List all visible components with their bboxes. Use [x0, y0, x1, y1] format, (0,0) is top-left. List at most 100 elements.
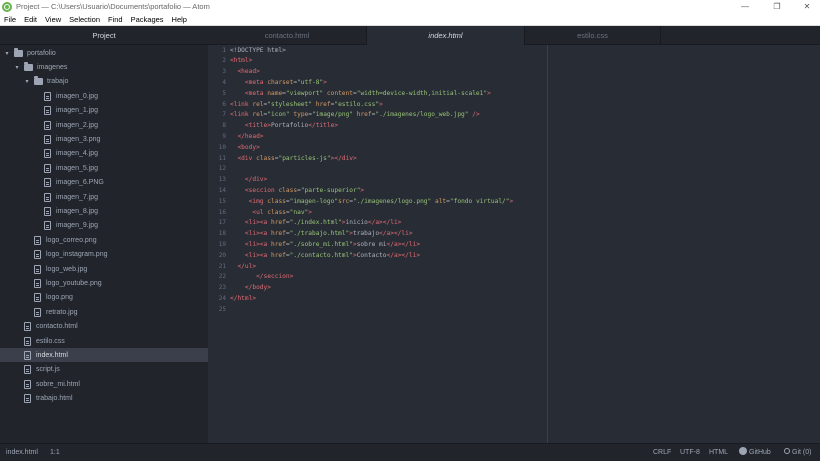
- code-line[interactable]: <meta charset="utf-8">: [230, 77, 327, 88]
- menu-edit[interactable]: Edit: [20, 13, 41, 26]
- file-icon: [44, 192, 51, 202]
- tree-folder-imagenes[interactable]: ▾ imagenes: [0, 60, 208, 74]
- tree-file[interactable]: imagen_8.jpg: [0, 204, 208, 218]
- file-icon: [44, 106, 51, 116]
- tree-file[interactable]: contacto.html: [0, 320, 208, 334]
- code-token: "parte-superior": [300, 186, 361, 194]
- code-line[interactable]: <meta name="viewport" content="width=dev…: [230, 88, 491, 99]
- code-line[interactable]: </seccion>: [230, 271, 293, 282]
- tree-folder-trabajo[interactable]: ▾ trabajo: [0, 75, 208, 89]
- chevron-down-icon[interactable]: ▾: [14, 64, 20, 71]
- status-git[interactable]: Git (0): [784, 444, 811, 461]
- tree-file[interactable]: logo_correo.png: [0, 233, 208, 247]
- window-title: Project — C:\Users\Usuario\Documents\por…: [16, 2, 210, 11]
- atom-logo-icon: [2, 1, 12, 12]
- code-token: "./imagenes/logo.png": [353, 197, 432, 205]
- tree-item-label: trabajo: [47, 78, 69, 86]
- code-token: </body>: [244, 284, 271, 292]
- tree-file[interactable]: imagen_3.png: [0, 132, 208, 146]
- tree-file[interactable]: imagen_7.jpg: [0, 190, 208, 204]
- code-line[interactable]: <li><a href="./trabajo.html">trabajo</a>…: [230, 228, 413, 239]
- tree-file[interactable]: imagen_1.jpg: [0, 104, 208, 118]
- tree-file[interactable]: imagen_6.PNG: [0, 176, 208, 190]
- code-token: href: [270, 230, 286, 238]
- minimize-button[interactable]: —: [730, 0, 760, 13]
- file-icon: [34, 235, 41, 245]
- status-line-ending[interactable]: CRLF: [653, 444, 671, 461]
- tree-file[interactable]: sobre_mi.html: [0, 377, 208, 391]
- code-line[interactable]: </html>: [230, 293, 256, 304]
- tree-file[interactable]: imagen_9.jpg: [0, 219, 208, 233]
- status-cursor-position[interactable]: 1:1: [50, 444, 60, 461]
- chevron-down-icon[interactable]: ▾: [24, 79, 30, 85]
- text-editor[interactable]: 1 2 3 4 5 6 7 8 9 10 11 12 13 14 15 16 17 18 19 20 21 22 23 24 2…: [208, 45, 820, 443]
- status-github[interactable]: GitHub: [739, 444, 771, 461]
- menu-selection[interactable]: Selection: [65, 13, 104, 26]
- menu-packages[interactable]: Packages: [127, 13, 168, 26]
- chevron-down-icon[interactable]: ▾: [4, 50, 10, 57]
- tab-estilo-css[interactable]: estilo.css: [525, 26, 661, 45]
- file-icon: [24, 336, 31, 346]
- code-line[interactable]: <img class="imagen-logo"src="./imagenes/…: [230, 196, 514, 207]
- code-token: </a></li>: [386, 240, 421, 248]
- code-line[interactable]: <div class="particles-js"></div>: [230, 153, 356, 164]
- code-line[interactable]: </head>: [230, 131, 263, 142]
- code-token: >: [360, 186, 365, 194]
- tree-file[interactable]: trabajo.html: [0, 392, 208, 406]
- code-line[interactable]: </ul>: [230, 261, 256, 272]
- file-icon: [44, 120, 51, 130]
- menu-find[interactable]: Find: [104, 13, 127, 26]
- code-line[interactable]: <body>: [230, 142, 259, 153]
- tree-file[interactable]: script.js: [0, 363, 208, 377]
- line-number: 7: [222, 111, 226, 119]
- code-token: </html>: [230, 294, 257, 302]
- code-line[interactable]: <html>: [230, 55, 252, 66]
- status-grammar[interactable]: HTML: [709, 444, 728, 461]
- code-line[interactable]: <seccion class="parte-superior">: [230, 185, 364, 196]
- tree-file[interactable]: imagen_2.jpg: [0, 118, 208, 132]
- close-button[interactable]: ✕: [792, 0, 820, 13]
- tab-contacto-html[interactable]: contacto.html: [208, 26, 367, 45]
- menu-view[interactable]: View: [41, 13, 65, 26]
- code-line[interactable]: <link rel="stylesheet" href="estilo.css"…: [230, 99, 383, 110]
- code-line[interactable]: <!DOCTYPE html>: [230, 45, 286, 56]
- menu-file[interactable]: File: [0, 13, 20, 26]
- code-token: Contacto: [356, 251, 387, 259]
- tree-folder-portafolio[interactable]: ▾ portafolio: [0, 46, 208, 60]
- tree-file[interactable]: imagen_0.jpg: [0, 89, 208, 103]
- code-line[interactable]: <title>Portafolio</title>: [230, 120, 338, 131]
- menu-help[interactable]: Help: [168, 13, 191, 26]
- tree-file[interactable]: logo.png: [0, 291, 208, 305]
- tree-file[interactable]: imagen_5.jpg: [0, 161, 208, 175]
- file-icon: [44, 134, 51, 144]
- code-line[interactable]: <link rel="icon" type="image/png" href="…: [230, 109, 480, 120]
- code-token: <li><a: [244, 251, 271, 259]
- code-token: </seccion>: [256, 273, 294, 281]
- code-line[interactable]: <ul class="nav">: [230, 207, 312, 218]
- maximize-button[interactable]: ❐: [762, 0, 792, 13]
- tree-file[interactable]: logo_instagram.png: [0, 248, 208, 262]
- tree-file[interactable]: retrato.jpg: [0, 305, 208, 319]
- status-file-name[interactable]: index.html: [6, 444, 38, 461]
- code-line[interactable]: <li><a href="./sobre_mi.html">sobre mi</…: [230, 239, 420, 250]
- line-number: 21: [218, 262, 226, 270]
- code-line[interactable]: <head>: [230, 66, 259, 77]
- tree-item-label: imagen_9.jpg: [56, 222, 99, 230]
- tree-item-label: logo_instagram.png: [46, 251, 108, 259]
- status-encoding[interactable]: UTF-8: [680, 444, 700, 461]
- code-line[interactable]: <li><a href="./contacto.html">Contacto</…: [230, 250, 420, 261]
- code-line[interactable]: <li><a href="./index.html">inicio</a></l…: [230, 217, 402, 228]
- tree-file[interactable]: estilo.css: [0, 334, 208, 348]
- tree-file[interactable]: logo_web.jpg: [0, 262, 208, 276]
- tree-file[interactable]: index.html: [0, 348, 208, 363]
- tree-file[interactable]: imagen_4.jpg: [0, 147, 208, 161]
- file-icon: [44, 163, 51, 173]
- code-line[interactable]: </div>: [230, 174, 267, 185]
- tab-index-html[interactable]: index.html: [367, 26, 525, 46]
- tree-item-label: retrato.jpg: [46, 308, 78, 316]
- code-line[interactable]: </body>: [230, 282, 271, 293]
- file-icon: [34, 250, 41, 260]
- tree-file[interactable]: logo_youtube.png: [0, 276, 208, 290]
